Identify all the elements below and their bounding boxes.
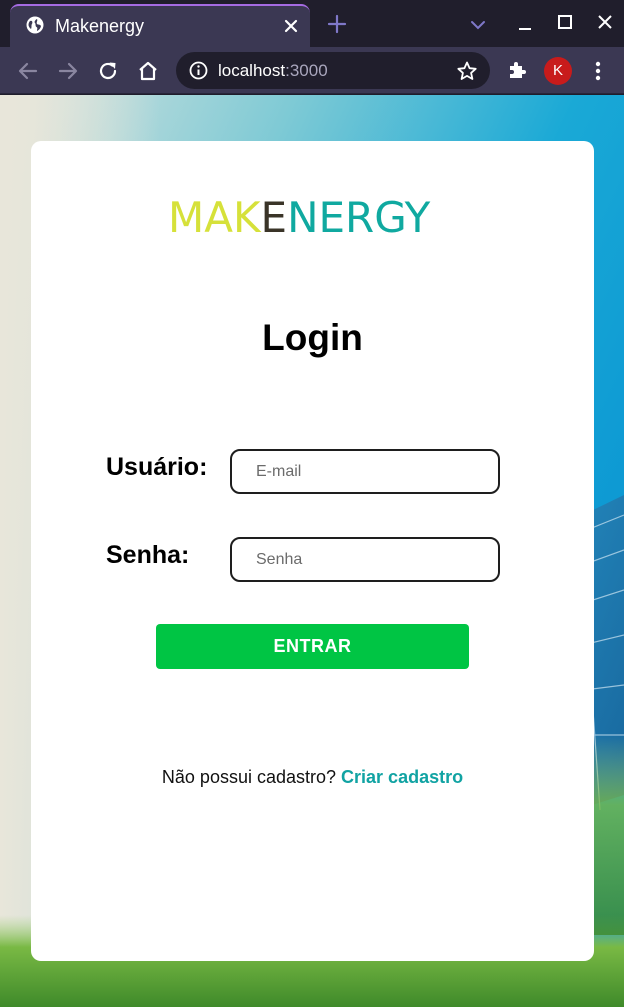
star-icon[interactable] xyxy=(456,60,478,82)
logo-part-1: MAK xyxy=(168,193,261,242)
puzzle-icon[interactable] xyxy=(506,58,530,82)
page-title: Login xyxy=(262,317,363,358)
url-port: :3000 xyxy=(285,61,328,80)
logo-part-3: NERGY xyxy=(287,193,431,242)
chevron-down-icon[interactable] xyxy=(468,15,488,35)
window-close-icon[interactable] xyxy=(594,11,616,33)
profile-avatar[interactable]: K xyxy=(544,57,572,85)
signup-prompt-text: Não possui cadastro? xyxy=(161,767,337,787)
login-button[interactable]: ENTRAR xyxy=(156,624,469,669)
minimize-icon[interactable] xyxy=(514,13,536,35)
forward-arrow-icon[interactable] xyxy=(56,59,80,83)
makenergy-logo: MAKENERGY xyxy=(168,197,440,239)
logo-part-2: E xyxy=(260,193,288,242)
signup-prompt: Não possui cadastro? Criar cadastro xyxy=(31,766,594,788)
plus-icon[interactable] xyxy=(326,13,348,35)
url-text[interactable]: localhost:3000 xyxy=(218,60,328,81)
user-label: Usuário: xyxy=(106,453,208,481)
tab-title: Makenergy xyxy=(55,16,145,36)
url-host: localhost xyxy=(218,61,286,80)
reload-icon[interactable] xyxy=(96,59,120,83)
browser-tab[interactable]: Makenergy xyxy=(10,4,310,47)
password-field[interactable] xyxy=(230,537,500,582)
password-label: Senha: xyxy=(106,541,190,569)
maximize-icon[interactable] xyxy=(554,11,576,33)
login-card: MAKENERGY Login Usuário: Senha: ENTRAR N… xyxy=(31,141,594,961)
logo-text: MAKENERGY xyxy=(168,193,430,242)
page-viewport: MAKENERGY Login Usuário: Senha: ENTRAR N… xyxy=(0,95,624,1007)
close-icon[interactable] xyxy=(280,15,302,37)
home-icon[interactable] xyxy=(136,59,160,83)
info-icon[interactable] xyxy=(189,61,208,80)
browser-titlebar: Makenergy xyxy=(0,0,624,47)
email-field[interactable] xyxy=(230,449,500,494)
create-account-link[interactable]: Criar cadastro xyxy=(341,767,463,787)
kebab-menu-icon[interactable] xyxy=(588,58,608,84)
back-arrow-icon[interactable] xyxy=(16,59,40,83)
browser-toolbar: localhost:3000 K xyxy=(0,47,624,94)
address-bar[interactable]: localhost:3000 xyxy=(176,52,490,89)
globe-icon xyxy=(26,16,44,34)
